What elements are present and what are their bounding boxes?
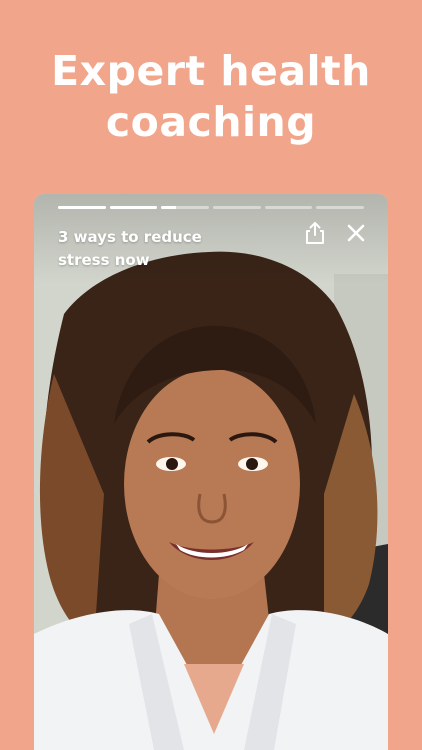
close-button[interactable] [345, 222, 367, 244]
share-icon [306, 222, 324, 244]
headline-line-1: Expert health [51, 47, 371, 95]
progress-segment [213, 206, 261, 209]
progress-segment [264, 206, 313, 209]
coach-video-frame [34, 194, 388, 750]
progress-segment [58, 206, 106, 209]
headline-line-2: coaching [105, 98, 317, 146]
progress-segment [161, 206, 210, 209]
story-progress-bar [58, 206, 365, 209]
progress-segment [316, 206, 365, 209]
page-headline: Expert health coaching [0, 46, 422, 148]
story-video-card[interactable]: 3 ways to reduce stress now [34, 194, 388, 750]
close-icon [347, 224, 365, 242]
story-title: 3 ways to reduce stress now [58, 228, 202, 269]
share-button[interactable] [302, 220, 328, 246]
progress-segment [109, 206, 158, 209]
